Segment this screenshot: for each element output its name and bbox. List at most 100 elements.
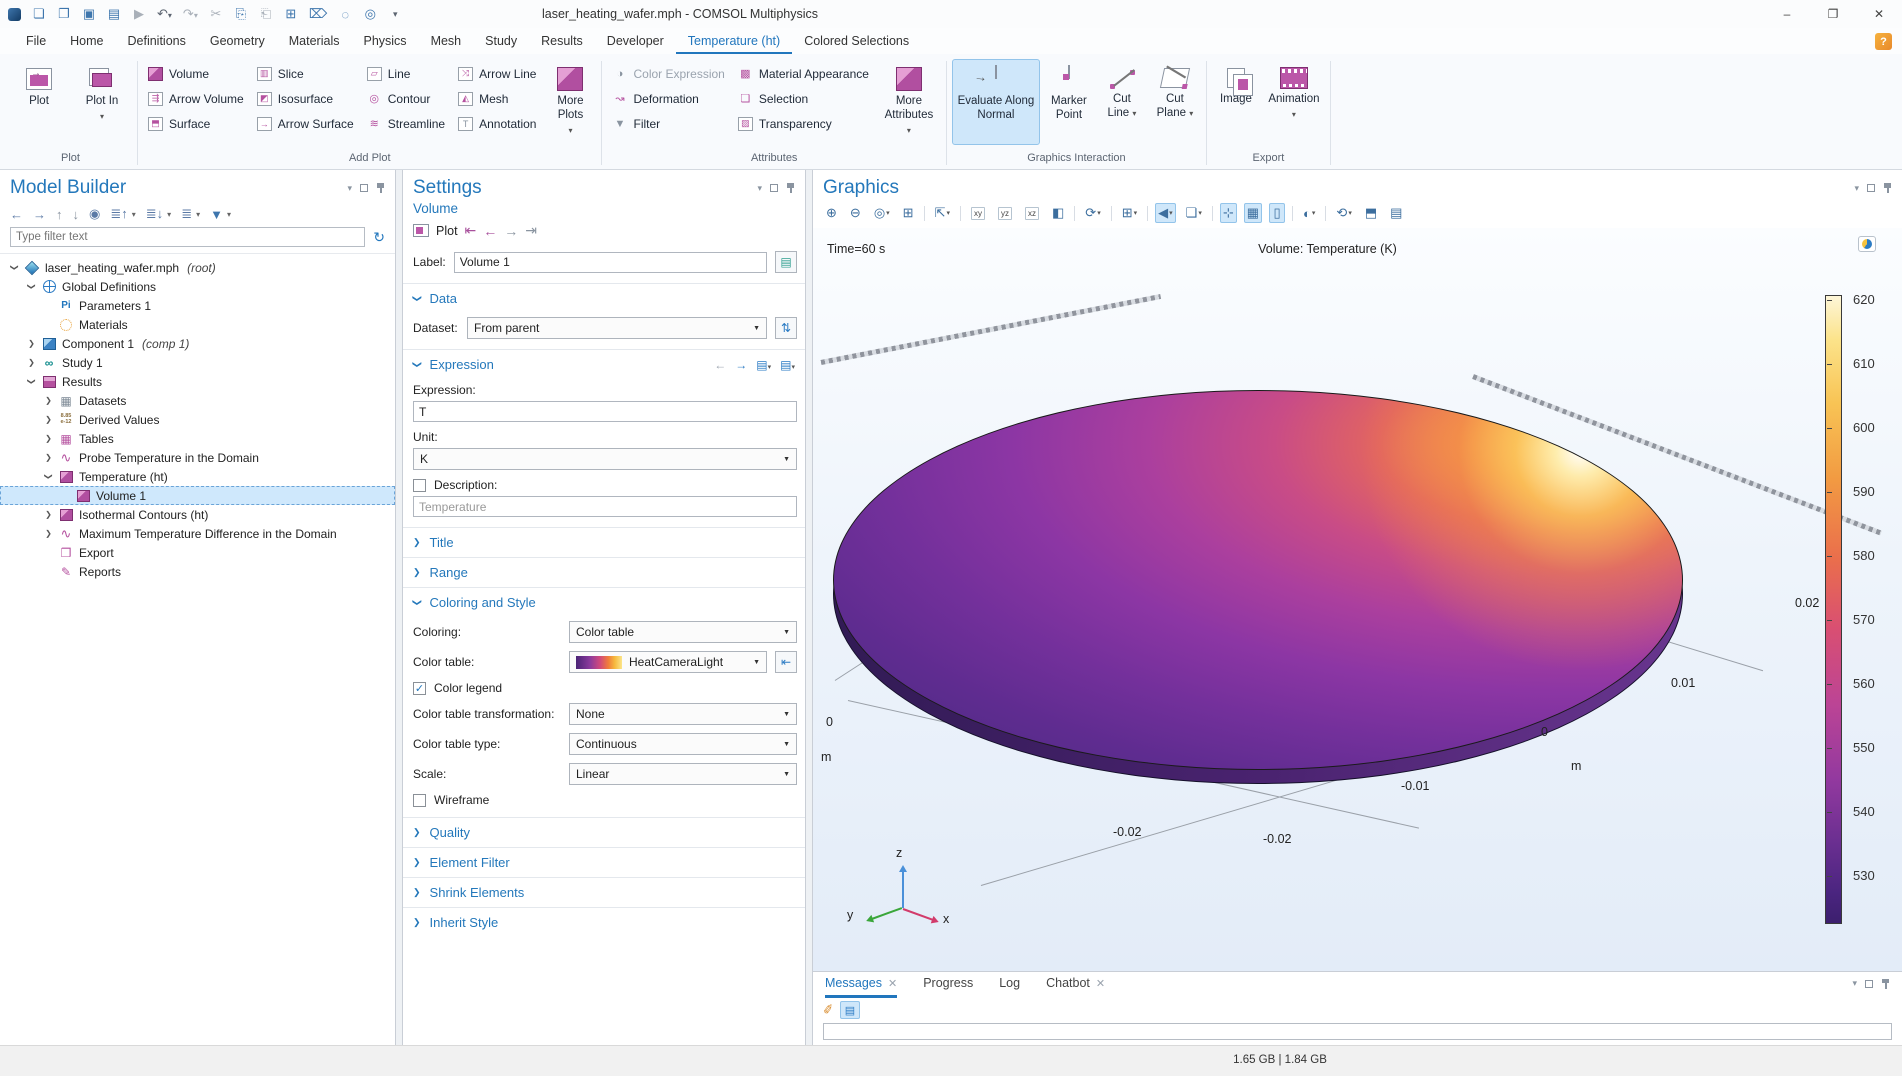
material-appearance-button[interactable]: ▩Material Appearance — [733, 62, 874, 85]
go-to-source-icon[interactable]: ⇅ — [775, 317, 797, 339]
plot-first-icon[interactable]: ⇤ — [465, 222, 477, 239]
plot-last-icon[interactable]: ⇥ — [525, 222, 537, 239]
show-grid-icon[interactable]: ▦ — [1244, 203, 1262, 223]
section-quality[interactable]: ❯ Quality — [403, 817, 805, 847]
edit-color-table-icon[interactable]: ⇤ — [775, 651, 797, 673]
section-inherit-style[interactable]: ❯ Inherit Style — [403, 907, 805, 937]
tree-item-derived-values[interactable]: ❯ 8.85e-12 Derived Values — [0, 410, 395, 429]
section-expression[interactable]: ❯ Expression ← → ▤▾ ▤▾ — [403, 349, 805, 379]
isosurface-button[interactable]: ◩Isosurface — [252, 87, 359, 110]
tab-developer[interactable]: Developer — [595, 29, 676, 54]
deformation-button[interactable]: ↝Deformation — [607, 87, 729, 110]
paste-icon[interactable]: ⎗ — [259, 6, 273, 22]
transparency-button[interactable]: ▨Transparency — [733, 112, 874, 135]
plot-in-button[interactable]: Plot In ▾ — [72, 59, 132, 145]
description-checkbox[interactable] — [413, 479, 426, 492]
tab-chatbot[interactable]: Chatbot ✕ — [1046, 976, 1105, 998]
print-icon[interactable]: ▤ — [1387, 203, 1405, 223]
caret-icon[interactable]: ❯ — [44, 396, 53, 405]
next-expression-icon[interactable]: → — [735, 358, 747, 372]
pin-panel-icon[interactable] — [1881, 979, 1890, 989]
contour-button[interactable]: ◎Contour — [362, 87, 450, 110]
collapse-icon[interactable]: ≣↑ — [110, 206, 127, 222]
wafer-temperature-surface[interactable] — [833, 390, 1683, 770]
tab-materials[interactable]: Materials — [277, 29, 352, 54]
arrow-volume-button[interactable]: ⇶Arrow Volume — [143, 87, 249, 110]
pin-panel-icon[interactable] — [1883, 183, 1892, 193]
tree-item-component[interactable]: ❯ Component 1(comp 1) — [0, 334, 395, 353]
zoom-selection-icon[interactable]: ◎ — [363, 6, 377, 22]
save-as-icon[interactable]: ▤ — [107, 6, 121, 22]
close-icon[interactable]: ✕ — [1096, 977, 1105, 990]
scale-select[interactable]: Linear▼ — [569, 763, 797, 785]
insert-expression-icon[interactable]: ▤▾ — [780, 358, 795, 372]
panel-menu-icon[interactable]: ▾ — [1854, 183, 1859, 194]
tab-results[interactable]: Results — [529, 29, 595, 54]
back-icon[interactable]: ← — [10, 207, 23, 222]
view-xy-icon[interactable]: xy — [968, 205, 988, 222]
image-button[interactable]: Image — [1212, 59, 1260, 145]
section-data[interactable]: ❯ Data — [403, 283, 805, 313]
more-attributes-button[interactable]: More Attributes ▾ — [877, 59, 941, 145]
delete-icon[interactable]: ⌦ — [309, 6, 327, 22]
section-shrink-elements[interactable]: ❯ Shrink Elements — [403, 877, 805, 907]
panel-menu-icon[interactable]: ▾ — [1852, 978, 1857, 989]
customize-toolbar-icon[interactable]: ▾ — [388, 9, 402, 20]
tree-item-global-definitions[interactable]: ❯ Global Definitions — [0, 277, 395, 296]
close-icon[interactable]: ✕ — [888, 977, 897, 990]
cut-plane-button[interactable]: Cut Plane ▾ — [1149, 59, 1201, 145]
annotation-button[interactable]: TAnnotation — [453, 112, 541, 135]
tree-item-export[interactable]: ❒ Export — [0, 543, 395, 562]
replace-expression-icon[interactable]: ▤▾ — [756, 358, 771, 372]
caret-icon[interactable]: ❯ — [10, 263, 19, 272]
messages-output-area[interactable] — [823, 1023, 1892, 1040]
plot-button[interactable]: Plot — [9, 59, 69, 145]
caret-icon[interactable]: ❯ — [44, 472, 53, 481]
view-xz-icon[interactable]: xz — [1022, 205, 1042, 222]
transparency-toggle-icon[interactable]: ❏▾ — [1183, 203, 1205, 223]
tree-item-reports[interactable]: ✎ Reports — [0, 562, 395, 581]
show-icon[interactable]: ◉ — [89, 206, 100, 222]
tree-item-parameters[interactable]: Pi Parameters 1 — [0, 296, 395, 315]
caret-icon[interactable]: ❯ — [44, 510, 53, 519]
tree-item-temperature-ht[interactable]: ❯ Temperature (ht) — [0, 467, 395, 486]
update-icon[interactable]: ⟲▾ — [1333, 203, 1354, 223]
cut-icon[interactable]: ✂ — [209, 6, 223, 22]
coloring-select[interactable]: Color table▼ — [569, 621, 797, 643]
float-panel-icon[interactable] — [770, 184, 778, 192]
select-mode-icon[interactable]: ◀▾ — [1155, 203, 1176, 223]
tree-item-root[interactable]: ❯ laser_heating_wafer.mph(root) — [0, 258, 395, 277]
rotate-icon[interactable]: ⟳▾ — [1082, 203, 1103, 223]
zoom-box-icon[interactable]: ◎▾ — [871, 203, 893, 223]
show-table-icon[interactable]: ▤ — [840, 1001, 860, 1019]
go-to-view-icon[interactable]: ⇱▾ — [932, 203, 953, 223]
mesh-button[interactable]: ◭Mesh — [453, 87, 541, 110]
scene-light-icon[interactable]: ◐▾ — [1300, 204, 1318, 223]
expression-input[interactable] — [413, 401, 797, 422]
plot-next-icon[interactable]: → — [504, 223, 518, 239]
redo-icon[interactable]: ↷▾ — [183, 6, 198, 22]
caret-icon[interactable]: ❯ — [44, 434, 53, 443]
section-element-filter[interactable]: ❯ Element Filter — [403, 847, 805, 877]
forward-icon[interactable]: → — [33, 207, 46, 222]
select-icon[interactable]: ◌ — [338, 7, 352, 22]
unit-select[interactable]: K▼ — [413, 448, 797, 470]
tab-file[interactable]: File — [14, 29, 58, 54]
tree-item-isothermal-contours[interactable]: ❯ Isothermal Contours (ht) — [0, 505, 395, 524]
move-down-icon[interactable]: ↓ — [73, 207, 80, 222]
scene-grid-icon[interactable]: ⊞▾ — [1119, 203, 1140, 223]
wireframe-checkbox[interactable] — [413, 794, 426, 807]
tree-item-tables[interactable]: ❯ ▦ Tables — [0, 429, 395, 448]
panel-menu-icon[interactable]: ▾ — [347, 183, 352, 194]
run-icon[interactable]: ▶ — [132, 6, 146, 22]
tree-item-volume-1[interactable]: Volume 1 — [0, 486, 395, 505]
snapshot-icon[interactable]: ⬒ — [1362, 203, 1380, 223]
float-panel-icon[interactable] — [360, 184, 368, 192]
label-input[interactable] — [454, 252, 767, 273]
selection-button[interactable]: ❏Selection — [733, 87, 874, 110]
clear-messages-icon[interactable]: ✐ — [822, 1001, 836, 1019]
section-coloring-and-style[interactable]: ❯ Coloring and Style — [403, 587, 805, 617]
cut-line-button[interactable]: Cut Line ▾ — [1098, 59, 1146, 145]
tab-study[interactable]: Study — [473, 29, 529, 54]
tree-item-datasets[interactable]: ❯ ▦ Datasets — [0, 391, 395, 410]
